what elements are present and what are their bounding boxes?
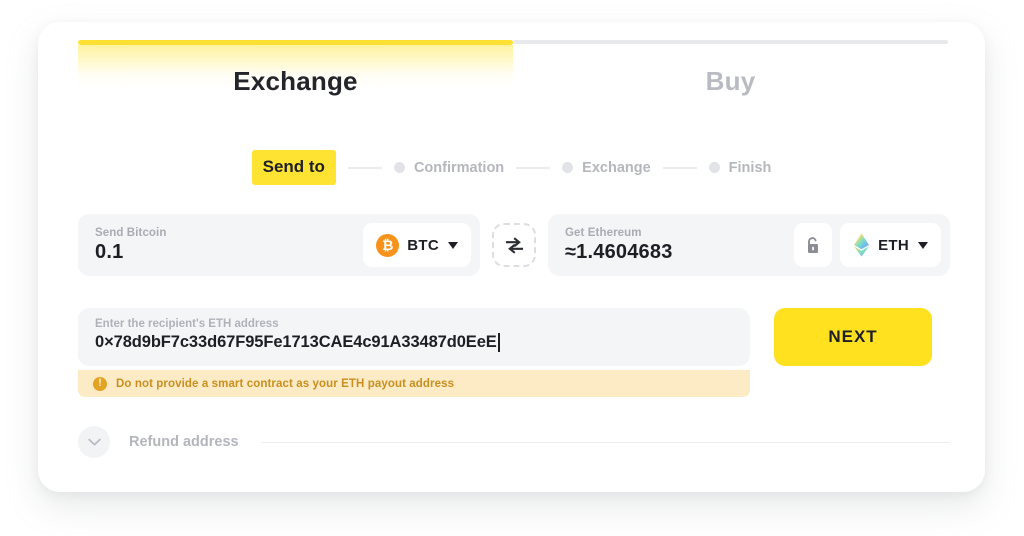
rate-lock-button[interactable] <box>794 223 833 267</box>
tab-bar: Exchange Buy <box>78 40 948 97</box>
refund-address-toggle[interactable] <box>78 426 110 458</box>
refund-divider <box>260 441 950 443</box>
tab-inactive-indicator <box>513 40 948 44</box>
get-amount-box[interactable]: Get Ethereum ≈1.4604683 ETH <box>548 214 950 276</box>
send-currency-selector[interactable]: ₿ BTC <box>363 223 471 267</box>
exclamation-circle-icon: ! <box>93 376 107 391</box>
recipient-address-input[interactable]: 0×78d9bF7c33d67F95Fe1713CAE4c91A33487d0E… <box>95 333 497 352</box>
send-currency-code: BTC <box>407 236 439 254</box>
amount-row: Send Bitcoin 0.1 ₿ BTC Get Ethereum ≈1.4… <box>78 214 950 276</box>
step-confirmation[interactable]: Confirmation <box>393 159 505 176</box>
step-confirmation-label: Confirmation <box>413 159 505 176</box>
recipient-address-field[interactable]: Enter the recipient's ETH address 0×78d9… <box>78 308 750 366</box>
refund-address-section: Refund address <box>78 426 950 458</box>
step-confirmation-dot <box>393 162 405 173</box>
address-warning-text: Do not provide a smart contract as your … <box>116 377 455 390</box>
next-button[interactable]: NEXT <box>774 308 932 366</box>
step-progress: Send to Confirmation Exchange Finish <box>38 150 985 185</box>
step-separator <box>516 166 551 169</box>
chevron-down-icon <box>87 438 101 445</box>
step-separator <box>662 166 697 169</box>
step-finish-dot <box>708 162 720 173</box>
swap-arrows-icon <box>505 236 523 254</box>
get-currency-selector[interactable]: ETH <box>840 223 941 267</box>
send-amount-label: Send Bitcoin <box>95 226 167 239</box>
tab-exchange[interactable]: Exchange <box>78 40 513 97</box>
step-finish[interactable]: Finish <box>708 159 772 176</box>
tab-exchange-label: Exchange <box>233 66 358 96</box>
exchange-card: Exchange Buy Send to Confirmation Exchan… <box>38 22 985 492</box>
step-exchange[interactable]: Exchange <box>562 160 651 176</box>
tab-buy[interactable]: Buy <box>513 40 948 97</box>
unlocked-padlock-icon <box>808 236 819 253</box>
address-row: Enter the recipient's ETH address 0×78d9… <box>78 308 950 366</box>
step-send-to[interactable]: Send to <box>251 150 336 185</box>
tab-active-indicator <box>78 40 513 45</box>
chevron-down-icon <box>918 241 928 249</box>
step-finish-label: Finish <box>728 159 772 176</box>
tab-buy-label: Buy <box>705 66 756 96</box>
get-amount-label: Get Ethereum <box>565 226 642 239</box>
address-warning-banner: ! Do not provide a smart contract as you… <box>78 370 750 397</box>
swap-currencies-button[interactable] <box>492 223 536 267</box>
get-amount-input[interactable]: ≈1.4604683 <box>565 241 794 264</box>
send-amount-input[interactable]: 0.1 <box>95 241 363 264</box>
step-send-to-label[interactable]: Send to <box>251 150 336 185</box>
send-amount-box[interactable]: Send Bitcoin 0.1 ₿ BTC <box>78 214 480 276</box>
step-separator <box>347 166 382 169</box>
step-exchange-dot <box>562 162 574 173</box>
refund-address-label: Refund address <box>129 434 239 450</box>
chevron-down-icon <box>448 241 458 249</box>
text-cursor <box>497 333 500 352</box>
ethereum-icon <box>854 233 870 257</box>
recipient-address-label: Enter the recipient's ETH address <box>95 318 279 330</box>
step-exchange-label: Exchange <box>582 159 651 176</box>
get-currency-code: ETH <box>878 236 909 254</box>
bitcoin-icon: ₿ <box>376 233 400 257</box>
